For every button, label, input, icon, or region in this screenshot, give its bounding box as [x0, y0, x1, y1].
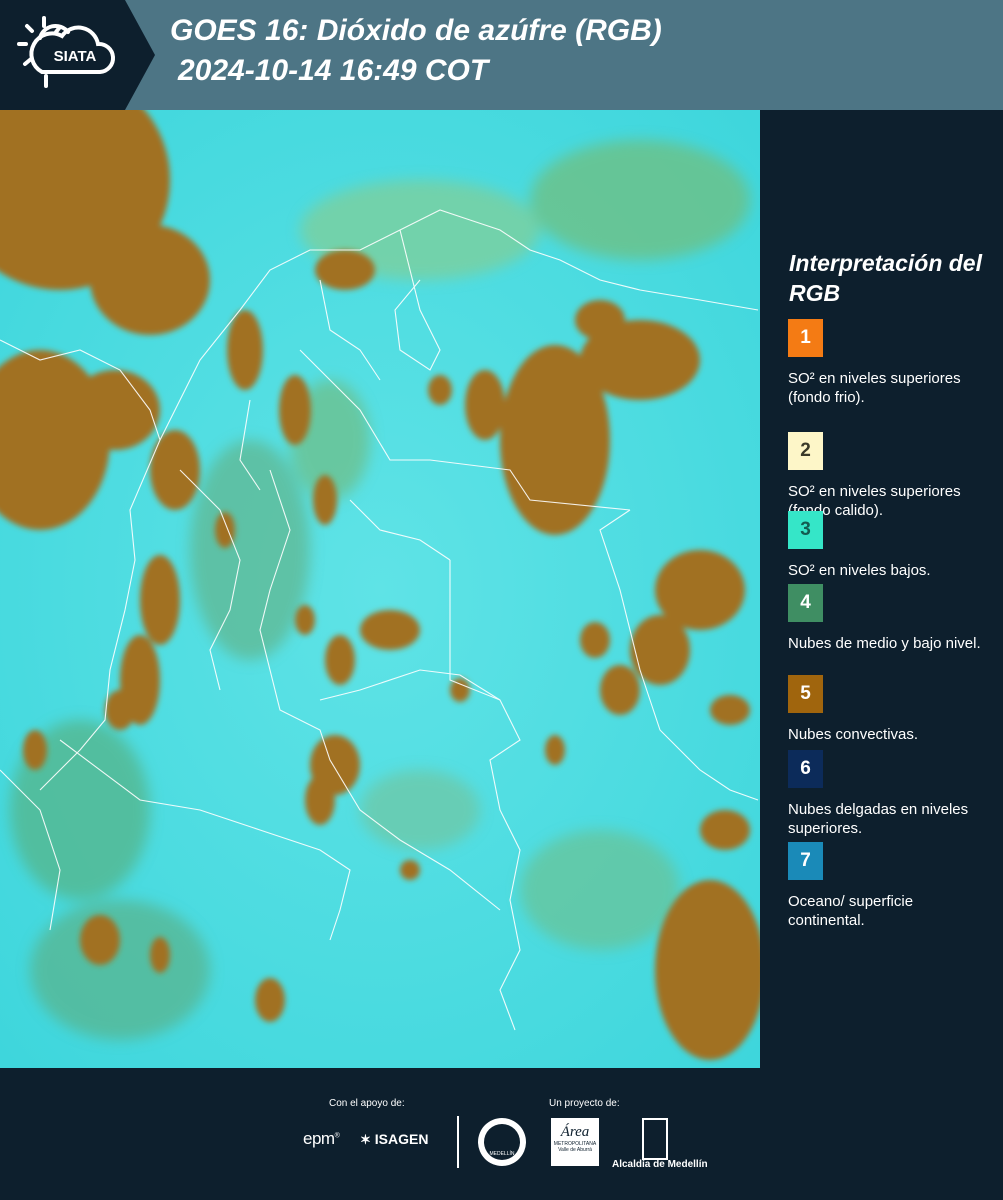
legend-label: SO² en niveles bajos. — [788, 562, 931, 579]
isagen-mark-icon: ✶ — [360, 1132, 371, 1147]
footer: Con el apoyo de: Un proyecto de: epm® ✶ … — [0, 1068, 1003, 1200]
legend-label: Oceano/ superficie continental. — [788, 893, 914, 929]
legend-label: Nubes de medio y bajo nivel. — [788, 635, 981, 652]
siata-logo-text: SIATA — [54, 48, 97, 65]
legend-item-5: 5 Nubes convectivas. — [788, 675, 988, 744]
legend-label: SO² en niveles superiores (fondo frio). — [788, 370, 961, 406]
legend-item-3: 3 SO² en niveles bajos. — [788, 511, 988, 580]
legend-item-6: 6 Nubes delgadas en niveles superiores. — [788, 750, 988, 838]
legend-item-7: 7 Oceano/ superficie continental. — [788, 842, 988, 930]
project-label: Un proyecto de: — [549, 1098, 620, 1109]
area-logo-text: Área — [560, 1124, 590, 1140]
legend-swatch: 7 — [788, 842, 823, 880]
legend-swatch: 6 — [788, 750, 823, 788]
sulfur-dioxide-rgb-image — [0, 110, 760, 1068]
legend-swatch: 1 — [788, 319, 823, 357]
legend-title: Interpretación del RGB — [789, 250, 982, 306]
title-line-1: GOES 16: Dióxido de azúfre (RGB) — [170, 14, 662, 47]
legend-panel: Interpretación del RGB 1 SO² en niveles s… — [760, 110, 1003, 1068]
footer-divider — [457, 1116, 459, 1168]
isagen-logo-text: ISAGEN — [374, 1131, 429, 1147]
siata-logo: SIATA — [0, 0, 155, 110]
title-line-2: 2024-10-14 16:49 COT — [178, 54, 489, 87]
legend-swatch: 3 — [788, 511, 823, 549]
legend-swatch: 4 — [788, 584, 823, 622]
legend-swatch: 5 — [788, 675, 823, 713]
epm-logo-text: epm — [303, 1129, 335, 1148]
legend-swatch: 2 — [788, 432, 823, 470]
support-label: Con el apoyo de: — [329, 1098, 405, 1109]
medellin-shield-icon — [642, 1118, 668, 1160]
header-bar: SIATA GOES 16: Dióxido de azúfre (RGB) 2… — [0, 0, 1003, 110]
legend-item-1: 1 SO² en niveles superiores (fondo frio). — [788, 319, 988, 407]
legend-item-4: 4 Nubes de medio y bajo nivel. — [788, 584, 988, 653]
legend-label: Nubes delgadas en niveles superiores. — [788, 801, 969, 837]
legend-label: Nubes convectivas. — [788, 726, 919, 743]
satellite-rgb-map — [0, 110, 760, 1068]
isagen-logo: ✶ ISAGEN — [360, 1131, 428, 1148]
medellin-seal-text: MEDELLÍN — [484, 1124, 520, 1160]
area-metropolitana-logo: Área METROPOLITANA Valle de Aburrá — [551, 1118, 599, 1166]
area-logo-sub2: Valle de Aburrá — [558, 1147, 592, 1153]
epm-logo: epm® — [303, 1129, 340, 1148]
legend-item-2: 2 SO² en niveles superiores (fondo calido… — [788, 432, 988, 520]
alcaldia-label: Alcaldía de Medellín — [612, 1159, 708, 1170]
medellin-seal-icon: MEDELLÍN — [478, 1118, 526, 1166]
